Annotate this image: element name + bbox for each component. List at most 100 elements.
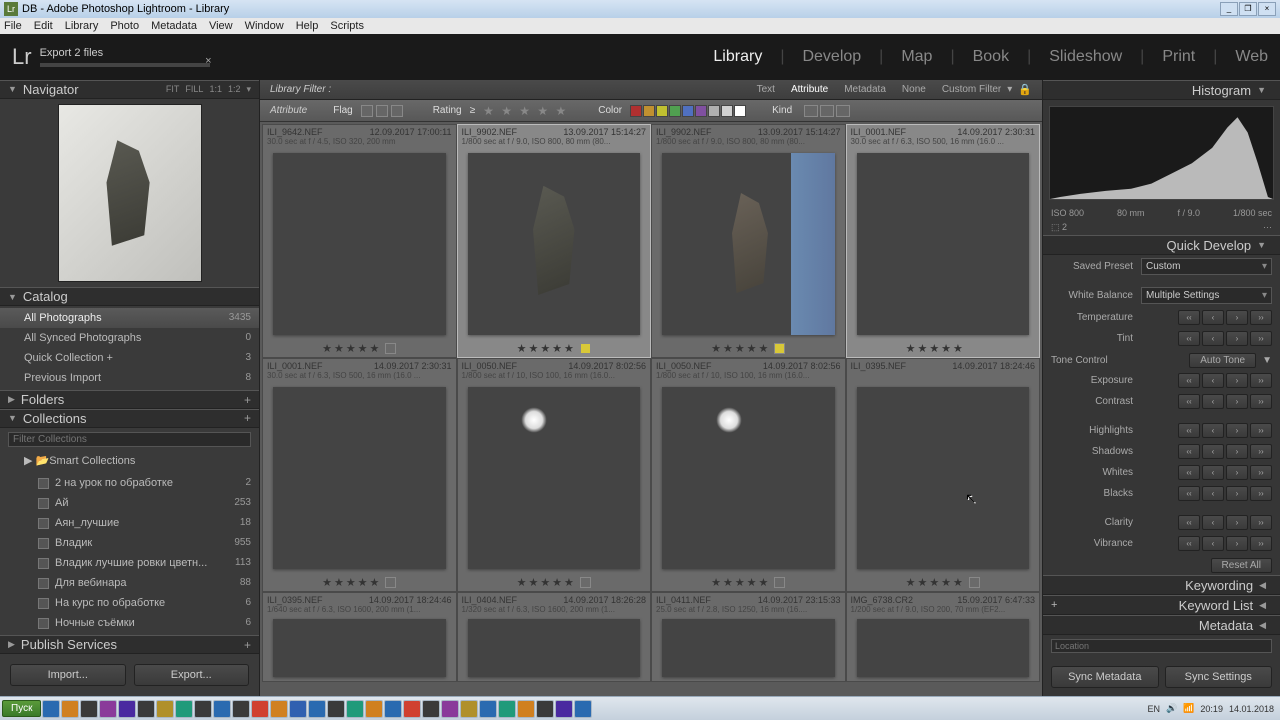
nav-fit[interactable]: FIT	[166, 84, 180, 95]
import-button[interactable]: Import...	[10, 664, 126, 686]
filter-collections-input[interactable]	[8, 432, 251, 447]
blacks-stepper[interactable]: ‹‹‹›››	[1178, 486, 1272, 501]
color-swatch[interactable]	[721, 105, 733, 117]
navigator-header[interactable]: ▼ Navigator FIT FILL 1:1 1:2 ▾	[0, 80, 259, 99]
module-book[interactable]: Book	[973, 48, 1009, 66]
module-develop[interactable]: Develop	[802, 48, 861, 66]
taskbar-app[interactable]	[289, 700, 307, 718]
clarity-stepper[interactable]: ‹‹‹›››	[1178, 515, 1272, 530]
filter-attribute[interactable]: Attribute	[791, 84, 828, 95]
taskbar-app[interactable]	[403, 700, 421, 718]
thumbnail-cell[interactable]: ILI_0411.NEF14.09.2017 23:15:3325.0 sec …	[651, 592, 846, 682]
auto-tone-button[interactable]: Auto Tone	[1189, 353, 1256, 368]
filter-metadata[interactable]: Metadata	[844, 84, 886, 95]
taskbar-app[interactable]	[441, 700, 459, 718]
thumbnail-grid[interactable]: ILI_9642.NEF12.09.2017 17:00:1130.0 sec …	[260, 122, 1042, 696]
collection-item[interactable]: Аян_лучшие18	[0, 513, 259, 533]
sync-metadata-button[interactable]: Sync Metadata	[1051, 666, 1159, 688]
menu-window[interactable]: Window	[245, 20, 284, 32]
taskbar-app[interactable]	[213, 700, 231, 718]
color-swatch[interactable]	[656, 105, 668, 117]
vibrance-stepper[interactable]: ‹‹‹›››	[1178, 536, 1272, 551]
highlights-stepper[interactable]: ‹‹‹›››	[1178, 423, 1272, 438]
thumbnail-cell[interactable]: ILI_9902.NEF13.09.2017 15:14:271/800 sec…	[457, 124, 652, 358]
close-button[interactable]: ×	[1258, 2, 1276, 16]
wb-dropdown[interactable]: Multiple Settings	[1141, 287, 1272, 304]
keywordlist-header[interactable]: +Keyword List◀	[1043, 595, 1280, 615]
thumbnail-cell[interactable]: ILI_9902.NEF13.09.2017 15:14:271/800 sec…	[651, 124, 846, 358]
catalog-item[interactable]: All Photographs3435	[0, 308, 259, 328]
whites-stepper[interactable]: ‹‹‹›››	[1178, 465, 1272, 480]
rating-stars[interactable]: ★ ★ ★ ★ ★	[483, 104, 568, 118]
taskbar-app[interactable]	[99, 700, 117, 718]
collection-item[interactable]: На курс по обработке6	[0, 593, 259, 613]
thumbnail-cell[interactable]: ILI_9642.NEF12.09.2017 17:00:1130.0 sec …	[262, 124, 457, 358]
taskbar-app[interactable]	[460, 700, 478, 718]
taskbar-app[interactable]	[384, 700, 402, 718]
kind-master[interactable]	[804, 105, 818, 117]
module-web[interactable]: Web	[1235, 48, 1268, 66]
tray-time[interactable]: 20:19	[1200, 704, 1223, 714]
menu-scripts[interactable]: Scripts	[330, 20, 364, 32]
color-swatch[interactable]	[669, 105, 681, 117]
rating-op[interactable]: ≥	[470, 105, 476, 116]
color-swatch[interactable]	[682, 105, 694, 117]
nav-fill[interactable]: FILL	[185, 84, 203, 95]
menu-file[interactable]: File	[4, 20, 22, 32]
navigator-preview[interactable]	[0, 99, 259, 287]
filter-text[interactable]: Text	[757, 84, 775, 95]
collections-header[interactable]: ▼Collections +	[0, 409, 259, 428]
taskbar-app[interactable]	[308, 700, 326, 718]
collection-item[interactable]: Ночные съёмки6	[0, 613, 259, 633]
taskbar-app[interactable]	[137, 700, 155, 718]
module-print[interactable]: Print	[1162, 48, 1195, 66]
smart-collections-row[interactable]: ▶ 📂 Smart Collections	[0, 451, 259, 471]
taskbar-app[interactable]	[422, 700, 440, 718]
custom-filter-dropdown[interactable]: Custom Filter	[942, 84, 1001, 95]
menu-edit[interactable]: Edit	[34, 20, 53, 32]
menu-help[interactable]: Help	[296, 20, 319, 32]
restore-button[interactable]: ❐	[1239, 2, 1257, 16]
taskbar-app[interactable]	[479, 700, 497, 718]
module-map[interactable]: Map	[901, 48, 932, 66]
color-swatch[interactable]	[630, 105, 642, 117]
thumbnail-cell[interactable]: ILI_0404.NEF14.09.2017 18:26:281/320 sec…	[457, 592, 652, 682]
collection-item[interactable]: Ай253	[0, 493, 259, 513]
taskbar-app[interactable]	[61, 700, 79, 718]
taskbar-app[interactable]	[232, 700, 250, 718]
histogram-header[interactable]: Histogram ▼	[1043, 80, 1280, 100]
taskbar-app[interactable]	[156, 700, 174, 718]
minimize-button[interactable]: _	[1220, 2, 1238, 16]
taskbar-app[interactable]	[536, 700, 554, 718]
taskbar-app[interactable]	[346, 700, 364, 718]
catalog-item[interactable]: Quick Collection +3	[0, 348, 259, 368]
thumbnail-cell[interactable]: ILI_0395.NEF14.09.2017 18:24:46★★★★★	[846, 358, 1041, 592]
taskbar-app[interactable]	[517, 700, 535, 718]
tray-lang[interactable]: EN	[1147, 704, 1160, 714]
tint-stepper[interactable]: ‹‹‹›››	[1178, 331, 1272, 346]
collection-item[interactable]: Владик955	[0, 533, 259, 553]
export-button[interactable]: Export...	[134, 664, 250, 686]
taskbar-app[interactable]	[118, 700, 136, 718]
keywording-header[interactable]: Keywording◀	[1043, 575, 1280, 595]
add-publish-icon[interactable]: +	[244, 638, 251, 652]
menu-photo[interactable]: Photo	[110, 20, 139, 32]
histogram-display[interactable]	[1049, 106, 1274, 200]
thumbnail-cell[interactable]: ILI_0050.NEF14.09.2017 8:02:561/800 sec …	[651, 358, 846, 592]
color-swatch[interactable]	[708, 105, 720, 117]
filter-none[interactable]: None	[902, 84, 926, 95]
menu-library[interactable]: Library	[65, 20, 99, 32]
flag-unflagged[interactable]	[376, 105, 388, 117]
taskbar-app[interactable]	[80, 700, 98, 718]
folders-header[interactable]: ▶Folders +	[0, 390, 259, 409]
taskbar-app[interactable]	[498, 700, 516, 718]
chevron-down-icon[interactable]: ▾	[246, 84, 251, 95]
catalog-header[interactable]: ▼Catalog	[0, 287, 259, 306]
collection-item[interactable]: 2 на урок по обработке2	[0, 473, 259, 493]
thumbnail-cell[interactable]: IMG_6738.CR215.09.2017 6:47:331/200 sec …	[846, 592, 1041, 682]
thumbnail-cell[interactable]: ILI_0001.NEF14.09.2017 2:30:3130.0 sec a…	[262, 358, 457, 592]
taskbar-app[interactable]	[194, 700, 212, 718]
catalog-item[interactable]: Previous Import8	[0, 368, 259, 388]
module-library[interactable]: Library	[713, 48, 762, 66]
color-swatch[interactable]	[695, 105, 707, 117]
